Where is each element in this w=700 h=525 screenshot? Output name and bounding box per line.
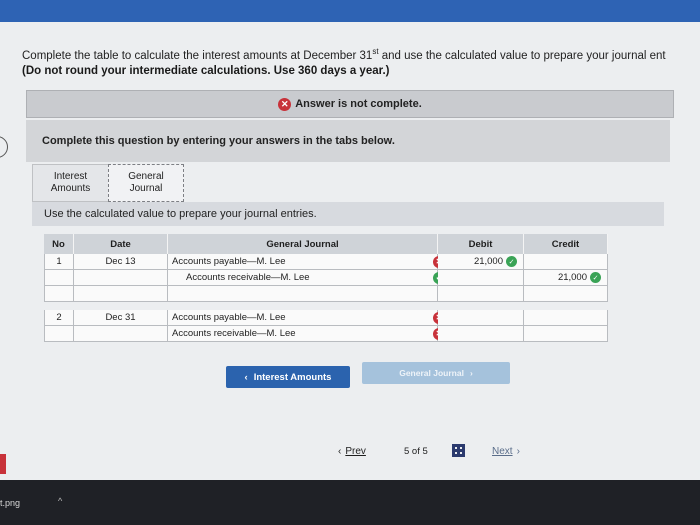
account-select[interactable]: Accounts payable—M. Lee✕ (168, 310, 445, 326)
credit-input[interactable]: 21,000 ✓ (524, 270, 608, 286)
row-no (44, 270, 74, 286)
credit-input[interactable] (524, 254, 608, 270)
prev-page-link[interactable]: ‹ Prev (338, 446, 366, 457)
check-icon: ✓ (506, 256, 517, 267)
instruction-text: Complete this question by entering your … (42, 135, 395, 147)
header-no: No (44, 234, 74, 254)
row-no (44, 326, 74, 342)
account-text: Accounts receivable—M. Lee (186, 272, 310, 283)
account-select[interactable]: Accounts receivable—M. Lee✕ (168, 326, 445, 342)
instruction-box: Complete this question by entering your … (26, 120, 670, 162)
journal-table: No Date General Journal Debit Credit 1 D… (44, 234, 608, 342)
date-select[interactable]: Dec 31 (74, 310, 168, 326)
journal-row: 1 Dec 13 Accounts payable—M. Lee✕ 21,000… (44, 254, 608, 270)
date-select[interactable] (74, 326, 168, 342)
date-select[interactable]: Dec 13 (74, 254, 168, 270)
account-select[interactable] (168, 286, 438, 302)
journal-instructions: Use the calculated value to prepare your… (32, 202, 664, 226)
chevron-left-icon: ‹ (338, 446, 342, 457)
date-select[interactable] (74, 286, 168, 302)
account-select[interactable]: Accounts receivable—M. Lee✓ (168, 270, 445, 286)
chevron-right-icon: › (516, 446, 520, 457)
credit-input[interactable] (524, 310, 608, 326)
next-label: Next (492, 446, 513, 457)
tab-label: Amounts (50, 183, 91, 194)
tab-label: Journal (129, 183, 163, 194)
answer-status-banner: ✕ Answer is not complete. (26, 90, 674, 118)
row-no (44, 286, 74, 302)
journal-row: 2 Dec 31 Accounts payable—M. Lee✕ (44, 310, 608, 326)
tab-general-journal[interactable]: General Journal (108, 164, 184, 202)
taskbar (0, 480, 700, 525)
interest-amounts-button[interactable]: ‹ Interest Amounts (226, 366, 350, 388)
general-journal-label: General Journal (399, 368, 464, 378)
red-marker (0, 454, 6, 474)
question-tabs: Interest Amounts General Journal (32, 164, 184, 202)
debit-input[interactable]: 21,000 ✓ (438, 254, 524, 270)
chevron-up-icon[interactable]: ^ (58, 496, 62, 506)
x-icon: ✕ (278, 97, 292, 111)
header-general-journal: General Journal (168, 234, 438, 254)
account-text: Accounts receivable—M. Lee (172, 328, 296, 339)
debit-input[interactable] (438, 310, 524, 326)
grid-icon[interactable] (452, 444, 465, 457)
tab-label: General (128, 171, 164, 182)
download-file-name[interactable]: t.png (0, 498, 20, 508)
page-indicator: 5 of 5 (404, 446, 428, 457)
answer-status-text: Answer is not complete. (295, 98, 422, 110)
prev-label: Prev (345, 446, 366, 457)
next-page-link[interactable]: Next › (492, 446, 520, 457)
browser-top-bar (0, 0, 700, 22)
row-no: 2 (44, 310, 74, 326)
debit-value: 21,000 (473, 256, 503, 267)
journal-header-row: No Date General Journal Debit Credit (44, 234, 608, 254)
row-no: 1 (44, 254, 74, 270)
question-prompt: Complete the table to calculate the inte… (22, 44, 700, 79)
check-icon: ✓ (590, 272, 601, 283)
tab-label: Interest (53, 171, 88, 182)
debit-input[interactable] (438, 326, 524, 342)
credit-input[interactable] (524, 286, 608, 302)
header-credit: Credit (524, 234, 608, 254)
debit-input[interactable] (438, 286, 524, 302)
header-date: Date (74, 234, 168, 254)
chevron-right-icon: › (469, 368, 473, 378)
account-text: Accounts payable—M. Lee (172, 256, 286, 267)
credit-input[interactable] (524, 326, 608, 342)
account-text: Accounts payable—M. Lee (172, 312, 286, 323)
journal-instructions-text: Use the calculated value to prepare your… (44, 208, 317, 220)
prompt-line1-a: Complete the table to calculate the inte… (22, 49, 373, 62)
journal-row (44, 286, 608, 302)
prompt-note: (Do not round your intermediate calculat… (22, 64, 390, 77)
date-select[interactable] (74, 270, 168, 286)
account-select[interactable]: Accounts payable—M. Lee✕ (168, 254, 445, 270)
journal-row: Accounts receivable—M. Lee✓ 21,000✓ (44, 270, 608, 286)
credit-value: 21,000 (557, 272, 587, 283)
chevron-left-icon: ‹ (244, 371, 248, 383)
interest-amounts-label: Interest Amounts (253, 371, 332, 383)
header-debit: Debit (438, 234, 524, 254)
prompt-line1-b: and use the calculated value to prepare … (378, 49, 666, 62)
debit-input[interactable] (438, 270, 524, 286)
general-journal-button[interactable]: General Journal › (362, 362, 510, 384)
tab-interest-amounts[interactable]: Interest Amounts (32, 164, 108, 202)
journal-row: Accounts receivable—M. Lee✕ (44, 326, 608, 342)
